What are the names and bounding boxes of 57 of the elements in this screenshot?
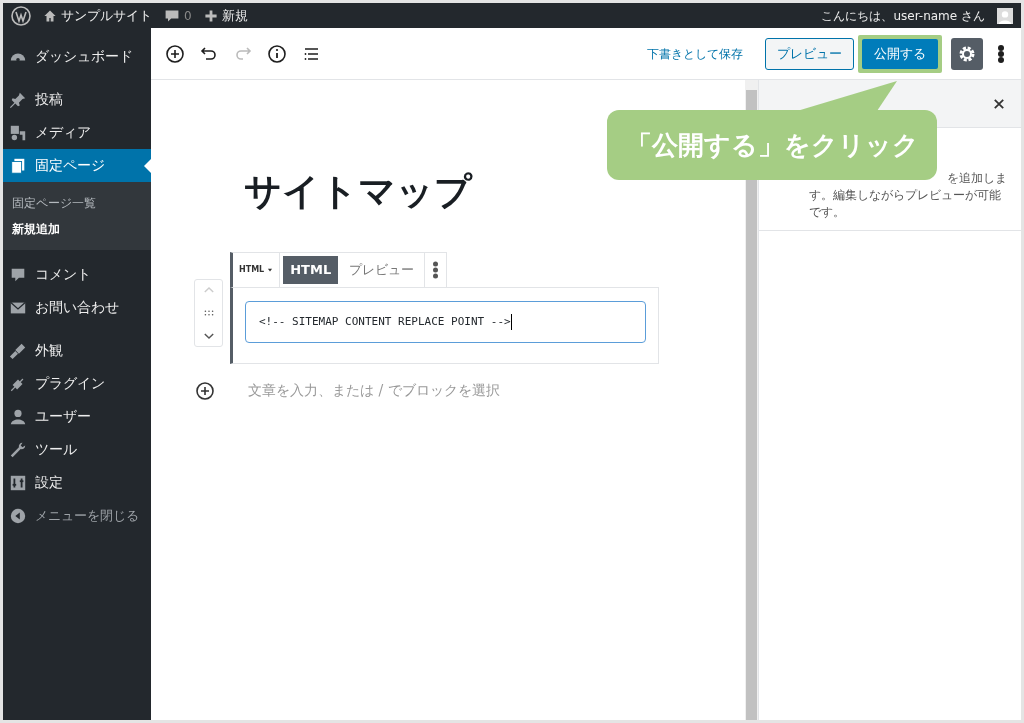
drag-handle-icon[interactable]: [202, 307, 215, 319]
comment-icon: [164, 7, 180, 24]
submenu-item[interactable]: 固定ページ一覧: [3, 190, 151, 216]
menu-item[interactable]: コメント: [3, 258, 151, 291]
settings-button[interactable]: [951, 37, 983, 70]
block-type-button[interactable]: HTML: [233, 253, 281, 287]
wordpress-logo-icon[interactable]: [11, 5, 31, 26]
close-icon: [993, 97, 1005, 110]
pages-icon: [9, 156, 27, 175]
publish-button[interactable]: 公開する: [862, 38, 938, 69]
save-draft-link[interactable]: 下書きとして保存: [647, 44, 743, 63]
wrench-icon: [9, 440, 27, 459]
comments-link[interactable]: 0: [164, 6, 192, 25]
settings-icon: [9, 473, 27, 492]
menu-item[interactable]: 固定ページ: [3, 149, 151, 182]
site-link[interactable]: サンプルサイト: [43, 5, 152, 26]
description-text: です。: [809, 204, 846, 221]
menu-item[interactable]: ユーザー: [3, 400, 151, 433]
code-input[interactable]: <!-- SITEMAP CONTENT REPLACE POINT -->: [245, 301, 646, 343]
menu-item[interactable]: 投稿: [3, 83, 151, 116]
collapse-menu-button[interactable]: メニューを閉じる: [3, 499, 151, 532]
new-label: 新規: [221, 6, 248, 25]
menu-item[interactable]: プラグイン: [3, 367, 151, 400]
more-icon: [998, 43, 1004, 64]
add-block-icon: [195, 380, 215, 401]
site-name: サンプルサイト: [61, 6, 152, 25]
avatar-icon: [997, 7, 1013, 24]
description-text: を追加しま: [947, 170, 1008, 187]
menu-item[interactable]: 外観: [3, 334, 151, 367]
collapse-icon: [9, 506, 27, 525]
code-text: <!-- SITEMAP CONTENT REPLACE POINT -->: [259, 313, 511, 330]
pin-icon: [9, 90, 27, 109]
mode-tab[interactable]: プレビュー: [342, 256, 422, 284]
info-icon: [267, 43, 287, 64]
greeting: こんにちは、user-name さん: [821, 7, 985, 25]
current-item-pointer: [144, 159, 151, 173]
add-block-button[interactable]: [195, 380, 215, 401]
comment-count: 0: [184, 7, 192, 25]
more-icon: [433, 261, 439, 279]
add-block-icon: [165, 43, 185, 64]
brush-icon: [9, 341, 27, 360]
close-button[interactable]: [993, 96, 1007, 111]
menu-item[interactable]: ツール: [3, 433, 151, 466]
submenu-item[interactable]: 新規追加: [3, 216, 151, 242]
mode-tab[interactable]: HTML: [283, 256, 339, 284]
user-icon: [9, 407, 27, 426]
new-link[interactable]: 新規: [203, 5, 248, 26]
preview-button[interactable]: プレビュー: [765, 37, 854, 70]
home-icon: [43, 8, 57, 23]
plus-icon: [203, 8, 218, 23]
menu-item[interactable]: 設定: [3, 466, 151, 499]
description-text: す。編集しながらプレビューが可能: [809, 187, 1002, 204]
caret-icon: [267, 267, 274, 273]
media-icon: [9, 123, 27, 142]
menu-item[interactable]: ダッシュボード: [3, 40, 151, 73]
menu-item[interactable]: メディア: [3, 116, 151, 149]
menu-item[interactable]: お問い合わせ: [3, 291, 151, 324]
